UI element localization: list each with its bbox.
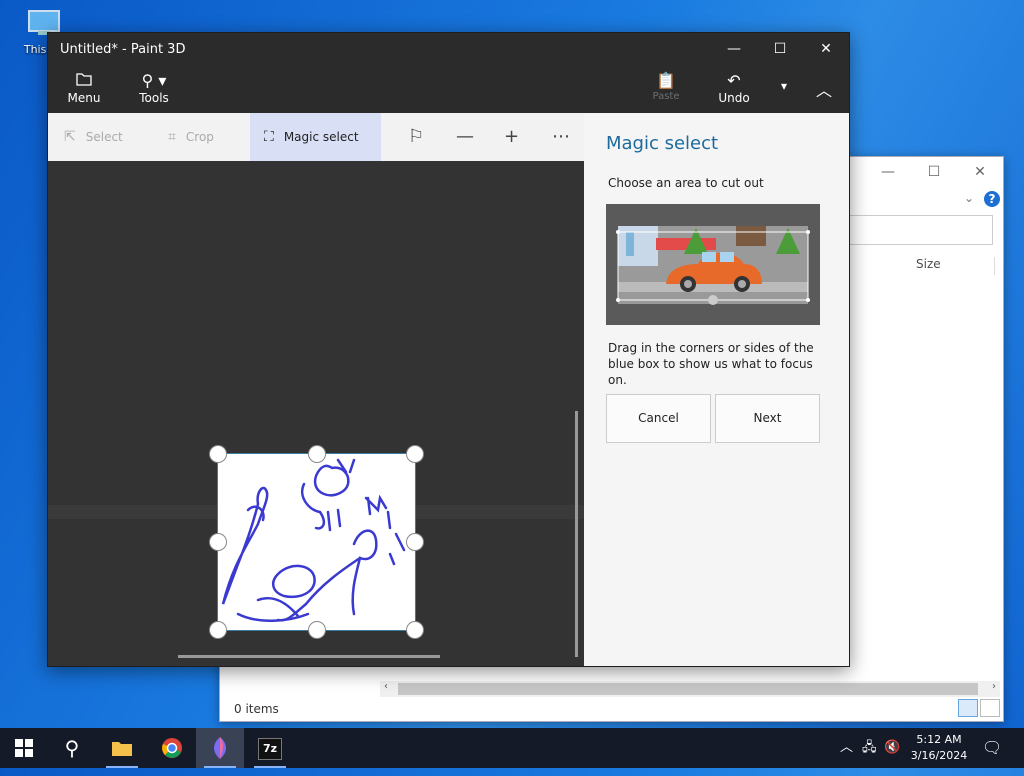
zoom-in-icon[interactable]: + <box>504 113 519 161</box>
tools-button[interactable]: ⚲ ▾ Tools <box>134 71 174 105</box>
clock-time: 5:12 AM <box>916 733 962 746</box>
resize-handle-top[interactable] <box>308 445 326 463</box>
select-tool[interactable]: ⇱ Select <box>64 113 123 161</box>
zoom-out-icon[interactable]: — <box>456 113 474 161</box>
maximize-button[interactable]: ☐ <box>757 33 803 65</box>
chrome-icon[interactable] <box>148 728 196 768</box>
history-dropdown[interactable]: ▾ <box>776 79 792 93</box>
scroll-thumb[interactable] <box>398 683 978 695</box>
system-clock[interactable]: 5:12 AM 3/16/2024 <box>904 732 974 764</box>
paint-3d-icon[interactable] <box>196 728 244 768</box>
magic-select-label: Magic select <box>283 130 359 144</box>
more-options-icon[interactable]: ⋯ <box>552 113 570 161</box>
menu-button[interactable]: Menu <box>66 71 102 105</box>
panel-hint: Drag in the corners or sides of the blue… <box>608 341 814 387</box>
horizontal-scrollbar[interactable] <box>178 655 440 658</box>
collapse-ribbon-icon[interactable]: ︿ <box>814 77 834 101</box>
network-icon[interactable]: 🖧 <box>862 728 877 768</box>
close-button[interactable]: ✕ <box>803 33 849 65</box>
undo-label: Undo <box>718 91 750 105</box>
file-explorer-icon[interactable] <box>98 728 146 768</box>
resize-handle-top-right[interactable] <box>406 445 424 463</box>
crop-tool[interactable]: ⌗ Crop <box>168 113 214 161</box>
chevron-down-icon[interactable]: ⌄ <box>964 191 974 205</box>
crop-label: Crop <box>185 130 214 144</box>
large-icons-view-icon[interactable] <box>980 699 1000 717</box>
paint-titlebar: Untitled* - Paint 3D — ☐ ✕ <box>48 33 849 65</box>
clock-date: 3/16/2024 <box>910 749 968 762</box>
paste-label: Paste <box>652 91 680 102</box>
magic-select-tool[interactable]: ⛶ Magic select <box>250 113 381 161</box>
paste-button[interactable]: 📋 Paste <box>648 71 684 102</box>
help-icon[interactable]: ? <box>984 191 1000 207</box>
menu-label: Menu <box>67 91 101 105</box>
canvas-area[interactable] <box>48 161 584 666</box>
action-center-icon[interactable]: 🗨 <box>982 728 1002 768</box>
minimize-button[interactable]: — <box>865 157 911 187</box>
taskbar: ⚲ 7z ︿ 🖧 🔇 5:12 AM 3/16/2024 🗨 <box>0 728 1024 768</box>
next-button[interactable]: Next <box>715 394 820 443</box>
tutorial-illustration <box>606 204 820 325</box>
resize-handle-bottom[interactable] <box>308 621 326 639</box>
start-icon[interactable] <box>0 728 48 768</box>
search-icon[interactable]: ⚲ <box>48 728 96 768</box>
panel-title: Magic select <box>606 133 719 154</box>
drawing-canvas[interactable] <box>209 445 424 639</box>
cancel-button[interactable]: Cancel <box>606 394 711 443</box>
7zip-icon[interactable]: 7z <box>246 728 294 768</box>
undo-button[interactable]: ↶ Undo <box>716 71 752 105</box>
paste-icon: 📋 <box>656 71 676 90</box>
horizontal-scrollbar[interactable]: ‹ › <box>380 681 1000 697</box>
window-title: Untitled* - Paint 3D <box>60 42 186 57</box>
flag-icon[interactable]: ⚐ <box>408 113 424 161</box>
close-button[interactable]: ✕ <box>957 157 1003 187</box>
magic-select-icon: ⛶ <box>264 129 274 145</box>
undo-icon: ↶ <box>727 71 741 90</box>
resize-handle-bottom-left[interactable] <box>209 621 227 639</box>
resize-handle-bottom-right[interactable] <box>406 621 424 639</box>
minimize-button[interactable]: — <box>711 33 757 65</box>
vertical-scrollbar[interactable] <box>575 411 578 657</box>
resize-handle-top-left[interactable] <box>209 445 227 463</box>
panel-subtitle: Choose an area to cut out <box>608 176 764 190</box>
details-view-icon[interactable] <box>958 699 978 717</box>
paint3d-window[interactable]: Untitled* - Paint 3D — ☐ ✕ Menu ⚲ ▾ Tool… <box>47 32 850 667</box>
search-box[interactable] <box>848 215 993 245</box>
maximize-button[interactable]: ☐ <box>911 157 957 187</box>
column-header-size[interactable]: Size <box>912 257 995 275</box>
tools-label: Tools <box>139 91 169 105</box>
ribbon: Menu ⚲ ▾ Tools 📋 Paste ↶ Undo ▾ ︿ <box>48 65 849 113</box>
scroll-right-icon[interactable]: › <box>992 681 996 692</box>
cursor-icon: ⇱ <box>64 129 76 145</box>
select-label: Select <box>85 130 123 144</box>
scroll-left-icon[interactable]: ‹ <box>384 681 388 692</box>
resize-handle-left[interactable] <box>209 533 227 551</box>
crop-icon: ⌗ <box>168 129 176 145</box>
child-drawing <box>221 458 406 622</box>
resize-handle-right[interactable] <box>406 533 424 551</box>
brush-icon: ⚲ ▾ <box>141 71 167 90</box>
tray-chevron-icon[interactable]: ︿ <box>840 728 853 768</box>
status-item-count: 0 items <box>234 702 279 716</box>
selection-toolbar: ⇱ Select ⌗ Crop ⛶ Magic select ⚐ — + ⋯ <box>48 113 584 161</box>
folder-icon <box>66 71 102 91</box>
magic-select-panel: Magic select Choose an area to cut out D… <box>584 113 849 666</box>
volume-muted-icon[interactable]: 🔇 <box>884 728 900 768</box>
